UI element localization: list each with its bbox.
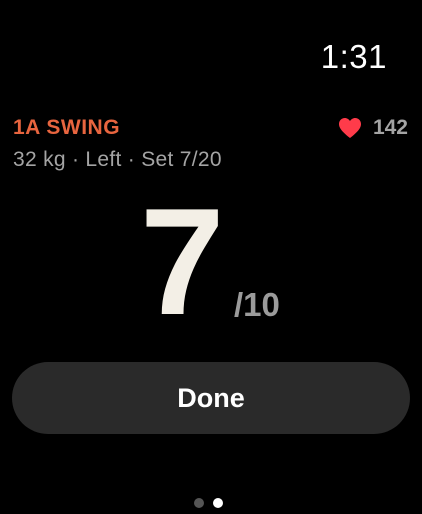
page-indicator: [194, 498, 223, 508]
page-dot-active[interactable]: [213, 498, 223, 508]
exercise-title: 1A SWING: [13, 116, 121, 139]
done-button[interactable]: Done: [12, 362, 410, 434]
clock-time: 1:31: [320, 38, 387, 75]
heart-icon: [338, 117, 362, 139]
exercise-details: 32 kg · Left · Set 7/20: [13, 148, 222, 171]
total-reps: /10: [234, 286, 280, 323]
heart-rate-value: 142: [372, 116, 408, 139]
page-dot[interactable]: [194, 498, 204, 508]
heart-rate: 142: [338, 116, 408, 140]
current-rep-count: 7: [140, 177, 225, 347]
